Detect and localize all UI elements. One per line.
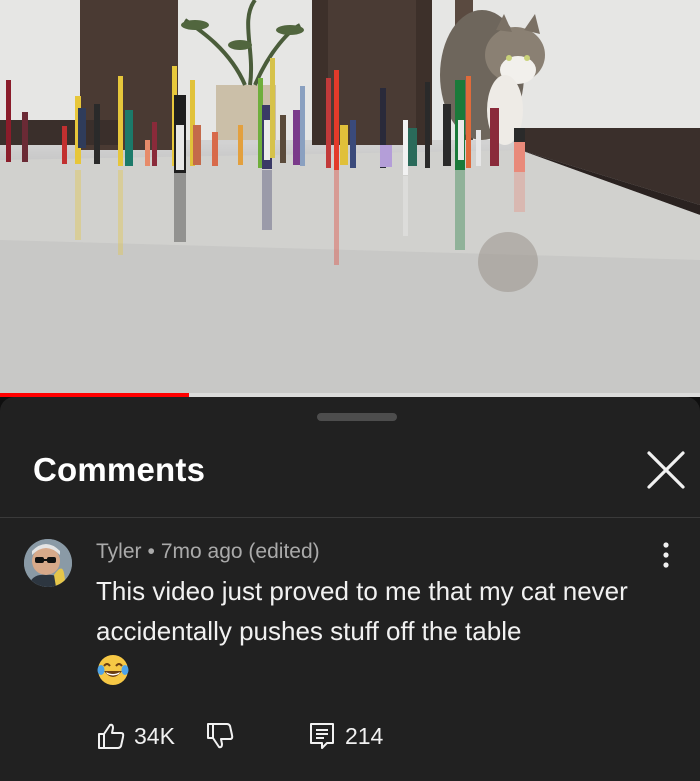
dislike-button[interactable] (205, 721, 235, 751)
avatar[interactable] (24, 539, 72, 587)
panel-title: Comments (33, 451, 206, 488)
close-button[interactable] (645, 449, 687, 491)
tears-of-joy-emoji-icon (97, 655, 129, 685)
reply-icon (309, 723, 334, 749)
comment-author[interactable]: Tyler (96, 540, 142, 563)
thumbs-down-icon (206, 723, 234, 749)
close-icon (647, 451, 685, 489)
like-button[interactable]: 34K (96, 721, 175, 751)
comment-time: 7mo ago (edited) (160, 540, 320, 563)
video-player[interactable] (0, 0, 700, 397)
header-divider (0, 517, 700, 518)
more-vertical-icon (663, 542, 669, 568)
reply-count: 214 (344, 722, 384, 749)
comment-actions: 34K 214 (96, 719, 383, 753)
like-count: 34K (134, 722, 175, 749)
comment-meta: Tyler • 7mo ago (edited) (96, 540, 320, 564)
reply-button[interactable]: 214 (307, 721, 383, 751)
comment-body: This video just proved to me that my cat… (96, 571, 656, 698)
avatar-image (24, 539, 72, 587)
comment-text: This video just proved to me that my cat… (96, 576, 628, 646)
comment-emoji (96, 653, 656, 698)
drag-handle[interactable] (317, 413, 397, 421)
comments-panel: Comments Tyler • 7mo ago (edited) This v… (0, 397, 700, 781)
video-frame (0, 0, 700, 397)
thumbs-up-icon (98, 723, 125, 749)
comment-more-button[interactable] (650, 539, 682, 571)
meta-separator: • (147, 540, 155, 563)
